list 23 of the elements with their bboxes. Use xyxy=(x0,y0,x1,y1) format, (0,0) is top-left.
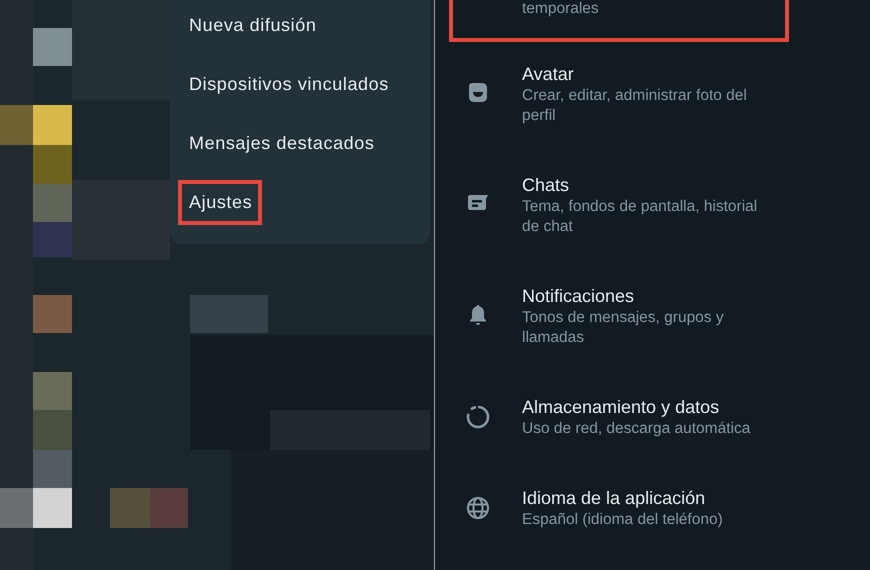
settings-item[interactable]: Notificaciones Tonos de mensajes, grupos y llamadas xyxy=(449,264,789,375)
menu-item[interactable]: Dispositivos vinculados xyxy=(178,62,399,107)
setting-title: Notificaciones xyxy=(522,285,636,308)
menu-item[interactable]: Mensajes destacados xyxy=(178,121,385,166)
globe-icon xyxy=(464,494,492,522)
setting-description: Uso de red, descarga automática xyxy=(522,419,750,439)
settings-item[interactable]: Idioma de la aplicación Español (idioma del teléfono) xyxy=(449,466,789,557)
settings-item[interactable]: temporales xyxy=(449,0,789,42)
menu-item[interactable]: Nueva difusión xyxy=(178,3,326,48)
ring-icon xyxy=(464,403,492,431)
setting-description: Crear, editar, administrar foto del perfil xyxy=(522,86,747,126)
setting-title: Avatar xyxy=(522,63,575,86)
setting-description: Tema, fondos de pantalla, historial de chat xyxy=(522,197,758,237)
setting-title: Idioma de la aplicación xyxy=(522,487,706,510)
settings-item[interactable]: Avatar Crear, editar, administrar foto del perfil xyxy=(449,42,789,153)
setting-description: temporales xyxy=(522,0,599,19)
setting-description: Español (idioma del teléfono) xyxy=(522,510,723,530)
settings-item[interactable]: Chats Tema, fondos de pantalla, historial de chat xyxy=(449,153,789,264)
setting-description: Tonos de mensajes, grupos y llamadas xyxy=(522,308,724,348)
menu-item[interactable]: Ajustes xyxy=(178,180,262,225)
setting-title: Almacenamiento y datos xyxy=(522,396,720,419)
settings-item[interactable]: Almacenamiento y datos Uso de red, descarga automática xyxy=(449,375,789,466)
setting-title: Chats xyxy=(522,174,570,197)
